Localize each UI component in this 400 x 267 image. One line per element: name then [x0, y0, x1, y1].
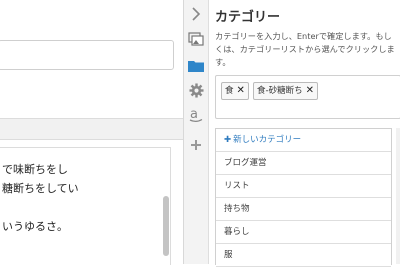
- body-line: [2, 198, 162, 217]
- category-input[interactable]: 食 ✕ 食-砂糖断ち ✕: [215, 75, 400, 119]
- body-line: で味断ちをし: [2, 163, 68, 176]
- plus-icon[interactable]: [188, 137, 204, 153]
- chevron-right-icon[interactable]: [188, 6, 204, 22]
- images-icon[interactable]: [188, 31, 204, 47]
- body-line: いうゆるさ。: [2, 220, 68, 233]
- panel-title: カテゴリー: [215, 10, 281, 25]
- editor-toolbar: [0, 118, 183, 140]
- tag-label: 食-砂糖断ち: [257, 86, 303, 96]
- panel-description: カテゴリーを入力し、Enterで確定します。もしくは、カテゴリーリストから選んで…: [215, 31, 395, 67]
- editor-area: で味断ちをし 糖断ちをしてい いうゆるさ。: [0, 0, 184, 265]
- remove-tag-icon[interactable]: ✕: [306, 85, 314, 96]
- body-line: 糖断ちをしてい: [2, 182, 79, 195]
- new-category-label: 新しいカテゴリー: [233, 135, 302, 145]
- amazon-icon[interactable]: a: [188, 107, 204, 123]
- category-item[interactable]: 持ち物: [216, 198, 391, 221]
- folder-icon[interactable]: [188, 57, 204, 73]
- editor-scrollbar[interactable]: [163, 196, 169, 256]
- plus-icon: ✚: [224, 135, 232, 145]
- tag-chip: 食-砂糖断ち ✕: [253, 82, 318, 100]
- title-input[interactable]: [0, 40, 174, 70]
- category-item[interactable]: リスト: [216, 175, 391, 198]
- category-item[interactable]: ブログ運営: [216, 152, 391, 175]
- category-panel: カテゴリー カテゴリーを入力し、Enterで確定します。もしくは、カテゴリーリス…: [209, 0, 400, 267]
- category-list-scrollbar[interactable]: [396, 128, 400, 264]
- category-list: ✚ 新しいカテゴリー ブログ運営 リスト 持ち物 暮らし 服: [215, 128, 392, 267]
- tag-chip: 食 ✕: [221, 82, 249, 100]
- gear-icon[interactable]: [188, 82, 204, 98]
- category-item[interactable]: 暮らし: [216, 221, 391, 244]
- tool-rail: a: [184, 0, 209, 264]
- remove-tag-icon[interactable]: ✕: [237, 85, 245, 96]
- svg-text:a: a: [190, 107, 198, 122]
- editor-body-text[interactable]: で味断ちをし 糖断ちをしてい いうゆるさ。: [2, 160, 162, 236]
- tag-label: 食: [225, 86, 234, 96]
- new-category-button[interactable]: ✚ 新しいカテゴリー: [216, 129, 391, 152]
